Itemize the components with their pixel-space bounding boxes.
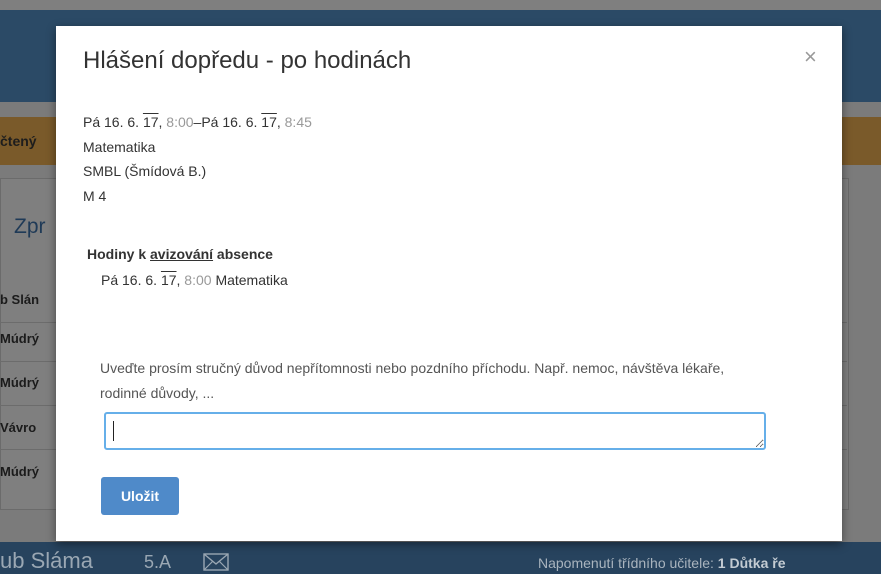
close-button[interactable]: × — [804, 44, 817, 70]
hour-year: 17 — [160, 272, 177, 288]
lesson-room: M 4 — [83, 187, 107, 204]
end-year: 17 — [261, 114, 277, 130]
message-row-sender[interactable]: b Slán — [0, 292, 39, 307]
text-caret — [113, 421, 114, 441]
lesson-teacher: SMBL (Šmídová B.) — [83, 163, 207, 179]
message-row-sender[interactable]: Múdrý — [0, 464, 39, 479]
footer-discipline-summary: Napomenutí třídního učitele: 1 Důtka ře — [538, 555, 786, 571]
start-year: 17 — [142, 114, 159, 130]
absence-report-modal: Hlášení dopředu - po hodinách × Pá 16. 6… — [56, 26, 842, 541]
hours-title-underlined: avizování — [150, 246, 214, 262]
hours-list-item: Pá 16. 6. 17, 8:00 Matematika — [101, 272, 288, 288]
message-row-sender[interactable]: Múdrý — [0, 375, 39, 390]
hour-sep: , — [176, 272, 181, 288]
hours-title-suffix: absence — [213, 246, 273, 262]
modal-title: Hlášení dopředu - po hodinách — [83, 47, 412, 74]
footer-discipline-count: 1 — [717, 555, 726, 571]
end-time: 8:45 — [284, 114, 312, 130]
hour-subject: Matematika — [215, 272, 288, 288]
start-time: 8:00 — [166, 114, 194, 130]
hours-title-prefix: Hodiny k — [87, 246, 151, 262]
footer-discipline-prefix: Napomenutí třídního učitele: — [538, 555, 714, 571]
unread-bar-label: čtený — [0, 133, 37, 149]
reason-textarea[interactable] — [104, 412, 766, 450]
lesson-info: Pá 16. 6. 17, 8:00–Pá 16. 6. 17, 8:45 Ma… — [83, 110, 312, 208]
top-strip — [0, 0, 881, 10]
start-day: Pá 16. 6. — [83, 114, 140, 130]
reason-hint: Uveďte prosím stručný důvod nepřítomnost… — [100, 360, 725, 401]
footer-student-name: ub Sláma — [0, 548, 93, 573]
footer-discipline-suffix: Důtka ře — [729, 555, 786, 571]
envelope-icon[interactable] — [203, 553, 229, 571]
end-day: Pá 16. 6. — [201, 114, 258, 130]
end-sep: , — [276, 114, 281, 130]
save-button[interactable]: Uložit — [101, 477, 179, 515]
hour-day: Pá 16. 6. — [101, 272, 158, 288]
footer-class: 5.A — [144, 552, 172, 572]
start-sep: , — [158, 114, 163, 130]
message-row-sender[interactable]: Vávro — [0, 420, 36, 435]
messages-title: Zpr — [14, 215, 46, 238]
hours-section-title: Hodiny k avizování absence — [87, 246, 273, 262]
hour-time: 8:00 — [184, 272, 212, 288]
lesson-time-range: Pá 16. 6. 17, 8:00–Pá 16. 6. 17, 8:45 — [83, 110, 312, 135]
message-row-sender[interactable]: Múdrý — [0, 331, 39, 346]
lesson-subject: Matematika — [83, 138, 156, 155]
